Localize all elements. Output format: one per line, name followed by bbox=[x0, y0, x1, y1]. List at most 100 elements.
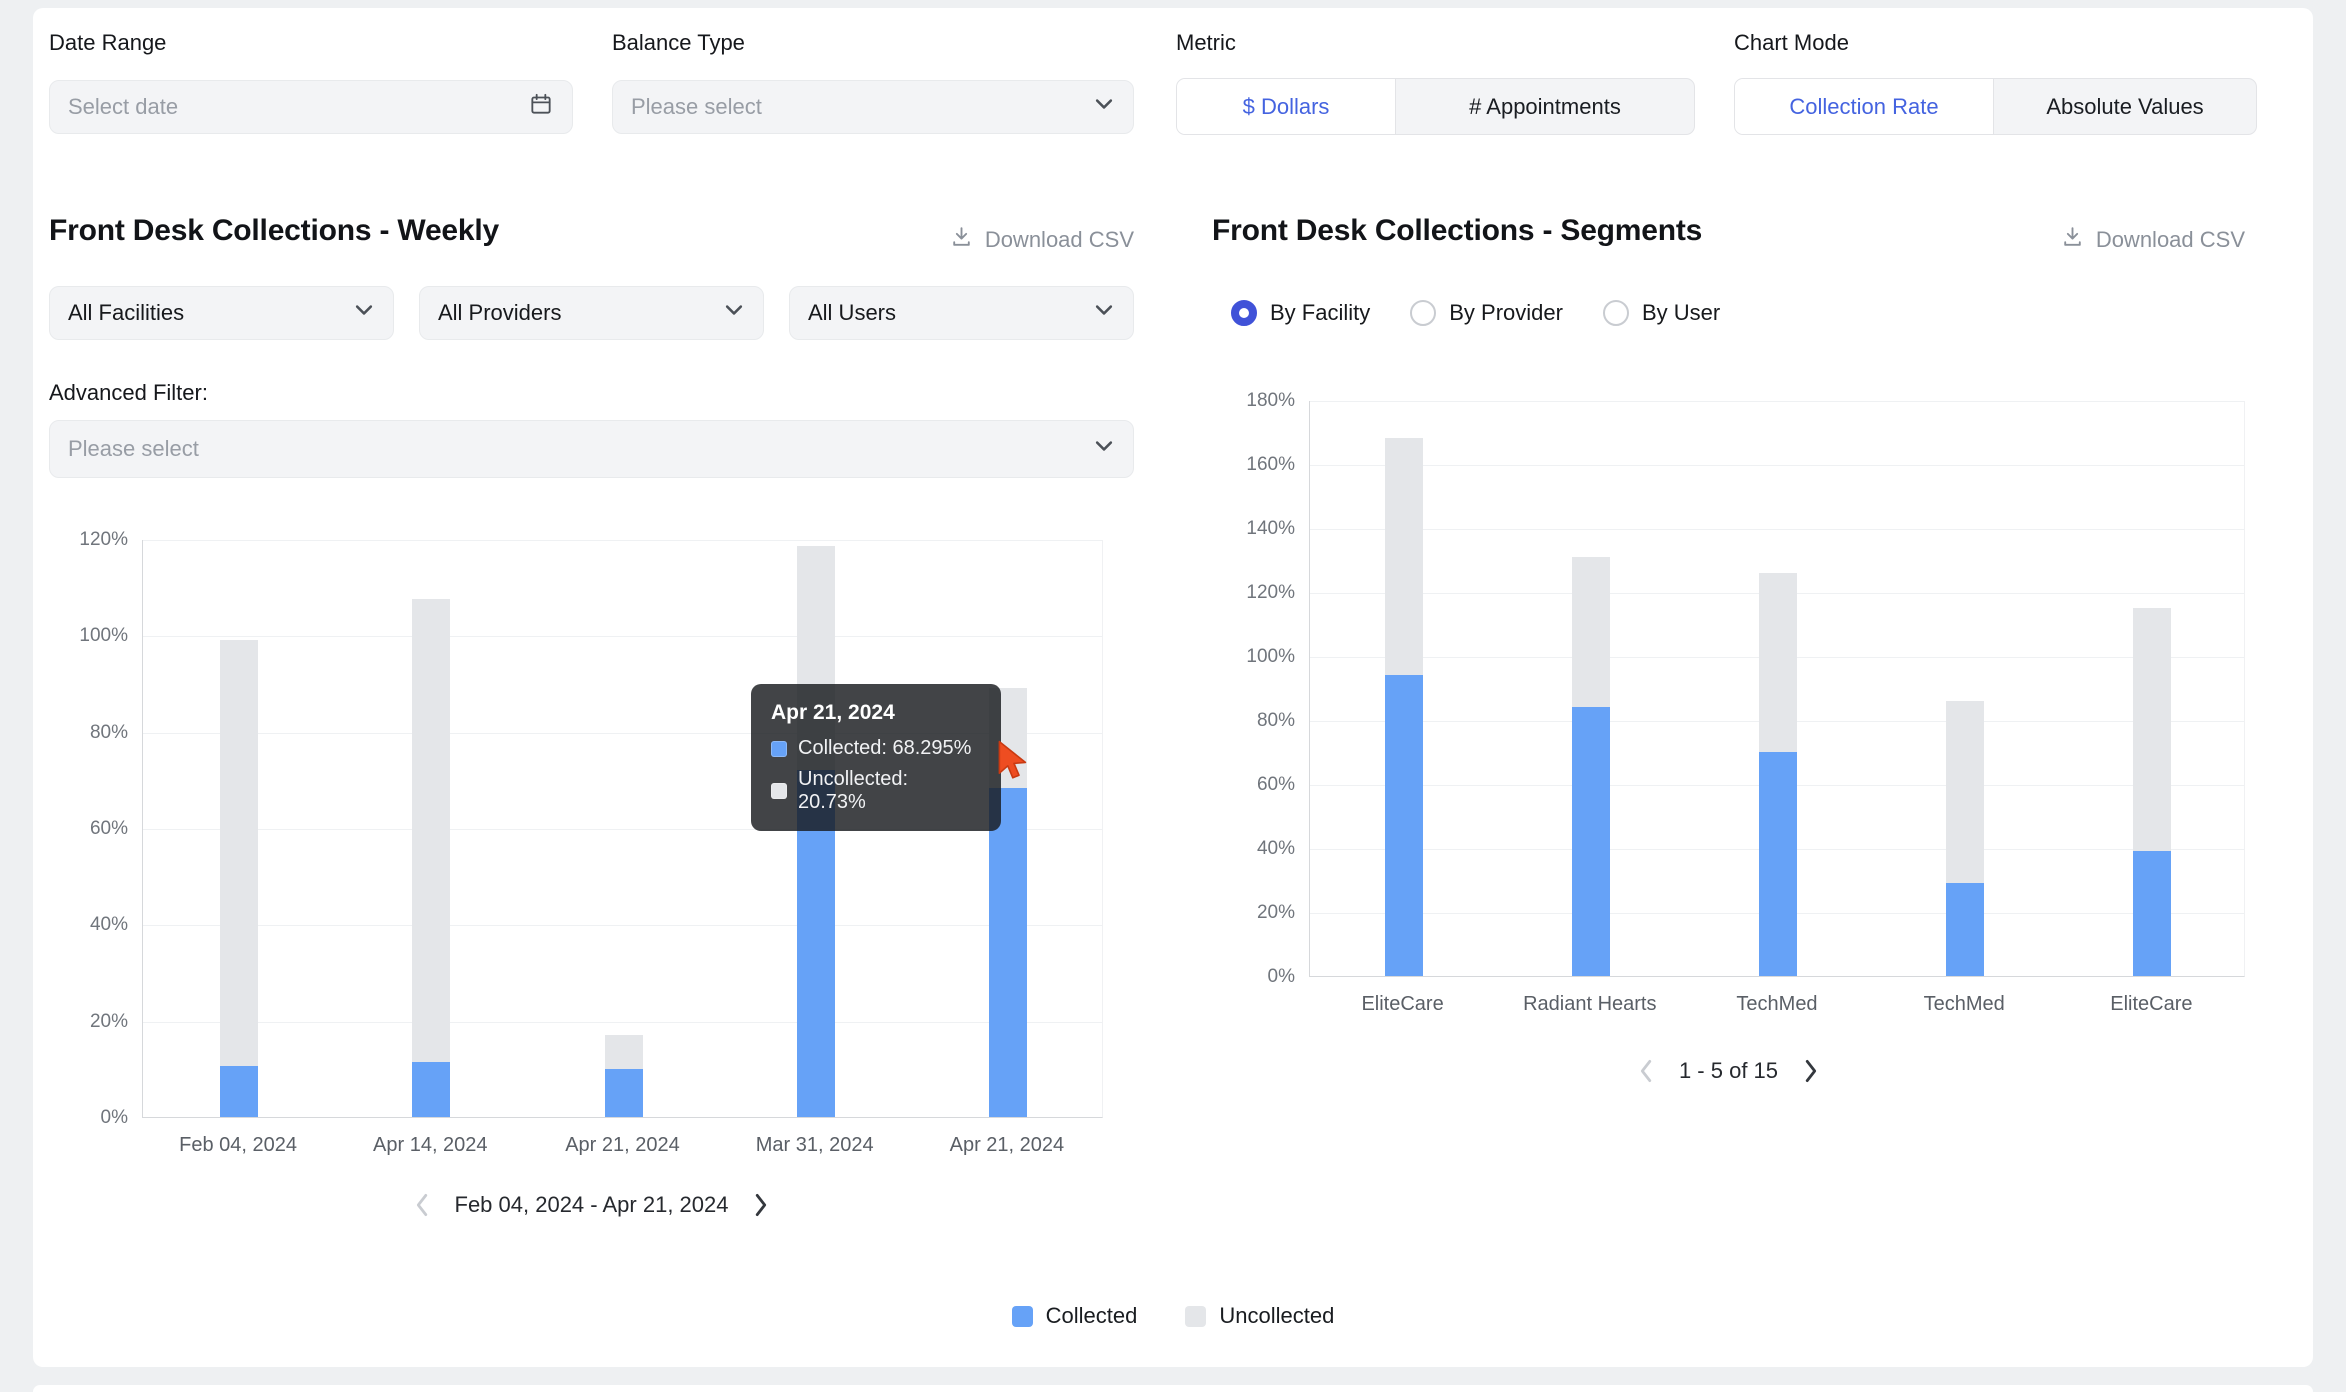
select-value: All Providers bbox=[438, 300, 562, 325]
dashboard-card: Date Range Select date Balance Type Plea… bbox=[33, 8, 2313, 1367]
y-tick-label: 20% bbox=[1256, 902, 1295, 923]
y-tick-label: 100% bbox=[79, 625, 128, 647]
weekly-collections-panel: Front Desk Collections - Weekly Download… bbox=[49, 208, 1134, 1328]
chart-mode-option-absolute-values[interactable]: Absolute Values bbox=[1994, 79, 2256, 134]
radio-by-facility[interactable]: By Facility bbox=[1231, 300, 1370, 326]
x-tick-label: Apr 21, 2024 bbox=[949, 1134, 1065, 1156]
date-range-label: Date Range bbox=[49, 30, 167, 55]
y-tick-label: 120% bbox=[1246, 582, 1295, 603]
weekly-download-csv-button[interactable]: Download CSV bbox=[949, 224, 1134, 255]
weekly-stacked-bar-chart: 0% 20% 40% 60% 80% 100% 120% Feb 04, 2024 Apr 1… bbox=[49, 529, 1134, 1220]
y-tick-label: 60% bbox=[1256, 774, 1295, 795]
bar-uncollected[interactable] bbox=[1759, 572, 1797, 752]
chart-legend: Collected Uncollected bbox=[33, 1303, 2313, 1329]
legend-label: Uncollected bbox=[1219, 1303, 1335, 1328]
balance-type-select[interactable]: Please select bbox=[612, 80, 1134, 134]
prev-page-button[interactable] bbox=[414, 1192, 429, 1218]
x-tick-label: Apr 21, 2024 bbox=[565, 1134, 680, 1156]
tooltip-swatch bbox=[771, 783, 787, 799]
gridline bbox=[1310, 529, 2244, 530]
balance-type-placeholder: Please select bbox=[631, 94, 762, 119]
legend-label: Collected bbox=[1045, 1303, 1138, 1328]
chevron-down-icon bbox=[1093, 93, 1115, 121]
radio-icon bbox=[1602, 300, 1629, 326]
select-value: All Facilities bbox=[68, 300, 185, 325]
bar-collected[interactable] bbox=[412, 1061, 451, 1117]
prev-page-button[interactable] bbox=[1638, 1058, 1653, 1084]
bar-collected[interactable] bbox=[604, 1068, 643, 1117]
bar-collected[interactable] bbox=[1384, 675, 1423, 976]
weekly-pagination-label: Feb 04, 2024 - Apr 21, 2024 bbox=[454, 1192, 729, 1217]
bar-collected[interactable] bbox=[1946, 883, 1985, 976]
chart-mode-label: Chart Mode bbox=[1734, 30, 1849, 55]
next-page-button[interactable] bbox=[754, 1192, 769, 1218]
metric-label: Metric bbox=[1176, 30, 1236, 55]
advanced-filter-label: Advanced Filter: bbox=[49, 380, 208, 405]
x-tick-label: Feb 04, 2024 bbox=[179, 1134, 298, 1156]
radio-label: By User bbox=[1641, 300, 1721, 325]
tooltip-row: Collected: 68.295% bbox=[771, 737, 981, 760]
segments-group-by-radios: By Facility By Provider By User bbox=[1231, 300, 1720, 326]
bar-collected[interactable] bbox=[2133, 851, 2172, 976]
bar-uncollected[interactable] bbox=[220, 640, 259, 1067]
bar-uncollected[interactable] bbox=[1946, 700, 1985, 884]
radio-label: By Facility bbox=[1270, 300, 1371, 325]
users-select[interactable]: All Users bbox=[789, 286, 1134, 340]
y-tick-label: 120% bbox=[79, 529, 128, 550]
bar-collected[interactable] bbox=[1759, 752, 1797, 976]
chevron-down-icon bbox=[1093, 435, 1115, 463]
chevron-down-icon bbox=[1093, 299, 1115, 327]
weekly-filter-dropdowns: All Facilities All Providers All Users bbox=[49, 286, 1134, 340]
gridline bbox=[143, 1021, 1102, 1023]
advanced-filter-select[interactable]: Please select bbox=[49, 420, 1134, 478]
download-icon bbox=[2060, 224, 2085, 255]
tooltip-swatch bbox=[771, 740, 787, 757]
bar-collected[interactable] bbox=[988, 788, 1027, 1117]
bar-uncollected[interactable] bbox=[604, 1035, 643, 1069]
legend-item-collected[interactable]: Collected bbox=[1011, 1303, 1138, 1329]
metric-option-dollars[interactable]: $ Dollars bbox=[1177, 79, 1396, 134]
segments-stacked-bar-chart: 0% 20% 40% 60% 80% 100% 120% 140% 160% 180% Elite… bbox=[1212, 390, 2245, 1051]
cursor-pointer-icon bbox=[997, 740, 1031, 791]
radio-by-provider[interactable]: By Provider bbox=[1410, 300, 1563, 326]
radio-by-user[interactable]: By User bbox=[1602, 300, 1721, 326]
tooltip-title: Apr 21, 2024 bbox=[771, 701, 895, 724]
chart-mode-option-collection-rate[interactable]: Collection Rate bbox=[1735, 79, 1994, 134]
segments-pagination-label: 1 - 5 of 15 bbox=[1678, 1058, 1779, 1083]
y-tick-label: 100% bbox=[1246, 646, 1295, 667]
next-section-card bbox=[33, 1385, 2313, 1392]
metric-option-appointments[interactable]: # Appointments bbox=[1396, 79, 1694, 134]
y-tick-label: 80% bbox=[89, 721, 128, 743]
chart-tooltip: Apr 21, 2024 Collected: 68.295% Uncollect… bbox=[751, 684, 1001, 831]
next-page-button[interactable] bbox=[1804, 1058, 1819, 1084]
date-range-input[interactable]: Select date bbox=[49, 80, 573, 134]
facilities-select[interactable]: All Facilities bbox=[49, 286, 394, 340]
y-tick-label: 0% bbox=[100, 1107, 128, 1128]
bar-uncollected[interactable] bbox=[1384, 438, 1423, 676]
y-tick-label: 80% bbox=[1256, 710, 1295, 731]
y-tick-label: 140% bbox=[1246, 518, 1295, 539]
x-tick-label: Mar 31, 2024 bbox=[755, 1134, 874, 1156]
weekly-pagination: Feb 04, 2024 - Apr 21, 2024 bbox=[49, 1192, 1134, 1218]
radio-icon bbox=[1231, 300, 1257, 326]
bar-collected[interactable] bbox=[220, 1066, 259, 1117]
bar-uncollected[interactable] bbox=[2133, 608, 2172, 852]
legend-item-uncollected[interactable]: Uncollected bbox=[1185, 1303, 1334, 1329]
segments-pagination: 1 - 5 of 15 bbox=[1212, 1058, 2245, 1084]
x-tick-label: Apr 14, 2024 bbox=[373, 1134, 488, 1156]
gridline bbox=[143, 636, 1102, 638]
x-axis-labels: Feb 04, 2024 Apr 14, 2024 Apr 21, 2024 Mar … bbox=[49, 1134, 1134, 1164]
weekly-panel-title: Front Desk Collections - Weekly bbox=[49, 214, 500, 247]
x-tick-label: Radiant Hearts bbox=[1523, 993, 1657, 1015]
segments-panel-title: Front Desk Collections - Segments bbox=[1212, 214, 1703, 247]
legend-swatch bbox=[1011, 1305, 1033, 1327]
gridline bbox=[143, 925, 1102, 927]
bar-uncollected[interactable] bbox=[1571, 556, 1610, 708]
providers-select[interactable]: All Providers bbox=[419, 286, 764, 340]
y-tick-label: 20% bbox=[89, 1010, 128, 1032]
y-tick-label: 0% bbox=[1267, 966, 1295, 987]
chevron-down-icon bbox=[353, 299, 375, 327]
bar-collected[interactable] bbox=[1571, 707, 1610, 976]
bar-uncollected[interactable] bbox=[412, 599, 451, 1062]
segments-download-csv-button[interactable]: Download CSV bbox=[2060, 224, 2245, 255]
